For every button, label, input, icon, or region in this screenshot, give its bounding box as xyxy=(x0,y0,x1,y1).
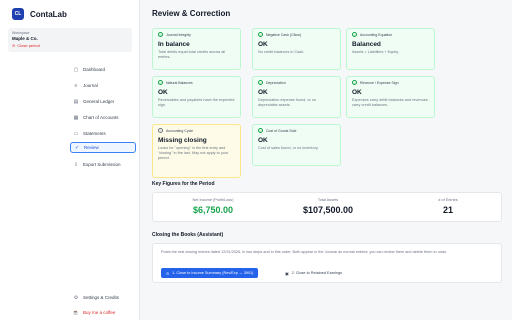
check-card-revenue-expense-sign: ✓ Revenue / Expense Sign OK Expenses carr… xyxy=(346,76,435,118)
check-circle-icon: ✓ xyxy=(158,32,163,37)
check-title: Cost of Goods Sold xyxy=(266,128,297,133)
play-icon: ⊙ xyxy=(166,271,170,276)
coffee-icon: ☕ xyxy=(72,309,80,316)
brand-name: ContaLab xyxy=(30,9,67,19)
sidebar-item-label: Dashboard xyxy=(83,67,106,72)
check-title: Natural Balances xyxy=(166,80,193,85)
sidebar-item-journal[interactable]: ≡ Journal xyxy=(70,80,136,91)
check-description: Expenses carry debit balances and revenu… xyxy=(352,98,428,107)
lock-icon: ▣ xyxy=(285,271,289,276)
button-label: 2. Close to Retained Earnings xyxy=(291,271,343,275)
check-circle-icon: ✓ xyxy=(352,80,357,85)
key-figures-title: Key Figures for the Period xyxy=(152,181,215,187)
check-card-accounting-cycle: ! Accounting Cycle Missing closing Looks … xyxy=(152,124,241,178)
check-card-accounting-equation: ✓ Accounting Equation Balanced Assets = L… xyxy=(346,28,435,70)
sidebar-item-label: Chart of Accounts xyxy=(83,115,119,120)
check-status: OK xyxy=(258,41,268,48)
sidebar-item-label: Export Submission xyxy=(83,162,121,167)
brand-logo-icon: CL xyxy=(12,8,24,20)
key-figures-panel: Net Income (Profit/Loss) $6,750.00 Total… xyxy=(152,192,502,222)
check-title: Journal Integrity xyxy=(166,32,191,37)
check-description: Looks for "opening" in the first entry a… xyxy=(158,146,229,160)
check-card-depreciation: ✓ Depreciation OK Depreciation expense fo… xyxy=(252,76,341,118)
closing-description: Posts the real closing entries dated 12/… xyxy=(161,250,448,254)
sidebar: CL ContaLab Workspace Maple & Co. ⊖ Clos… xyxy=(0,0,140,320)
check-card-negative-cash: ✓ Negative Cash (Cflow) OK No credit bala… xyxy=(252,28,341,70)
closing-title: Closing the Books (Assistant) xyxy=(152,232,224,238)
kpi-label: # of Entries xyxy=(438,198,458,202)
sidebar-item-label: Statements xyxy=(83,131,106,136)
kpi-value: $6,750.00 xyxy=(192,205,234,215)
kpi-value: 21 xyxy=(442,205,453,215)
check-title: Depreciation xyxy=(266,80,286,85)
sidebar-item-settings[interactable]: ⚙ Settings & Credits xyxy=(70,292,136,303)
kpi-entries: # of Entries 21 xyxy=(408,198,488,215)
check-circle-icon: ✓ xyxy=(352,32,357,37)
workspace-label: Workspace xyxy=(12,31,30,35)
ledger-icon: ▤ xyxy=(73,98,79,105)
sidebar-item-label: Settings & Credits xyxy=(83,295,120,300)
check-status: OK xyxy=(352,89,362,96)
kpi-net-income: Net Income (Profit/Loss) $6,750.00 xyxy=(173,198,253,215)
page-title: Review & Correction xyxy=(152,9,231,18)
check-title: Accounting Equation xyxy=(360,32,393,37)
export-icon: ⇩ xyxy=(73,161,79,168)
check-description: Total debits equal total credits across … xyxy=(158,50,226,59)
check-description: Depreciation expense found, or no deprec… xyxy=(258,98,317,107)
dashboard-icon: ▢ xyxy=(73,66,79,73)
workspace-name: Maple & Co. xyxy=(12,36,38,41)
check-circle-icon: ✓ xyxy=(158,80,163,85)
check-circle-icon: ✓ xyxy=(258,128,263,133)
statements-icon: ▭ xyxy=(73,130,79,137)
check-circle-icon: ✓ xyxy=(258,32,263,37)
lock-icon: ⊖ xyxy=(12,43,16,48)
check-status: Missing closing xyxy=(158,137,207,144)
check-title: Revenue / Expense Sign xyxy=(360,80,399,85)
warning-icon: ! xyxy=(158,128,163,133)
check-description: Assets = Liabilities + Equity. xyxy=(352,50,399,54)
workspace-panel: Workspace Maple & Co. ⊖ Close period xyxy=(8,28,132,52)
check-card-natural-balances: ✓ Natural Balances OK Receivables and pay… xyxy=(152,76,241,118)
sidebar-item-export-submission[interactable]: ⇩ Export Submission xyxy=(70,159,136,170)
sidebar-item-label: Review xyxy=(84,145,99,150)
closing-panel: Posts the real closing entries dated 12/… xyxy=(152,243,502,283)
sidebar-item-coffee[interactable]: ☕ Buy me a coffee xyxy=(70,307,136,318)
close-period-button[interactable]: ⊖ Close period xyxy=(12,43,128,48)
check-status: In balance xyxy=(158,41,190,48)
sidebar-item-review[interactable]: ✓ Review xyxy=(70,142,136,153)
close-retained-earnings-button[interactable]: ▣ 2. Close to Retained Earnings xyxy=(281,268,347,278)
check-circle-icon: ✓ xyxy=(258,80,263,85)
sidebar-item-general-ledger[interactable]: ▤ General Ledger xyxy=(70,96,136,107)
sidebar-item-statements[interactable]: ▭ Statements xyxy=(70,128,136,139)
check-status: OK xyxy=(258,89,268,96)
review-icon: ✓ xyxy=(74,144,80,151)
check-status: OK xyxy=(258,137,268,144)
kpi-label: Net Income (Profit/Loss) xyxy=(192,198,234,202)
sidebar-item-label: Buy me a coffee xyxy=(83,310,116,315)
kpi-value: $107,500.00 xyxy=(302,205,354,215)
check-status: OK xyxy=(158,89,168,96)
accounts-icon: ▦ xyxy=(73,114,79,121)
sidebar-item-chart-of-accounts[interactable]: ▦ Chart of Accounts xyxy=(70,112,136,123)
check-description: Cost of sales found, or no inventory. xyxy=(258,146,319,150)
check-card-journal-integrity: ✓ Journal Integrity In balance Total debi… xyxy=(152,28,241,70)
button-label: 1. Close to Income Summary (Rev/Exp → 39… xyxy=(172,271,254,275)
close-period-label: Close period xyxy=(17,43,40,48)
check-status: Balanced xyxy=(352,41,381,48)
check-card-cogs: ✓ Cost of Goods Sold OK Cost of sales fou… xyxy=(252,124,341,166)
sidebar-item-dashboard[interactable]: ▢ Dashboard xyxy=(70,64,136,75)
check-description: No credit balances in Cash. xyxy=(258,50,305,54)
sidebar-item-label: Journal xyxy=(83,83,98,88)
sidebar-item-label: General Ledger xyxy=(83,99,115,104)
check-title: Negative Cash (Cflow) xyxy=(266,32,302,37)
gear-icon: ⚙ xyxy=(73,294,79,301)
kpi-label: Total Assets xyxy=(317,198,339,202)
journal-icon: ≡ xyxy=(74,82,78,89)
kpi-total-assets: Total Assets $107,500.00 xyxy=(288,198,368,215)
close-income-summary-button[interactable]: ⊙ 1. Close to Income Summary (Rev/Exp → … xyxy=(161,268,259,278)
brand[interactable]: CL ContaLab xyxy=(12,8,67,20)
main-content: Review & Correction ✓ Journal Integrity I… xyxy=(141,0,512,320)
check-title: Accounting Cycle xyxy=(166,128,194,133)
check-description: Receivables and payables have the expect… xyxy=(158,98,235,107)
